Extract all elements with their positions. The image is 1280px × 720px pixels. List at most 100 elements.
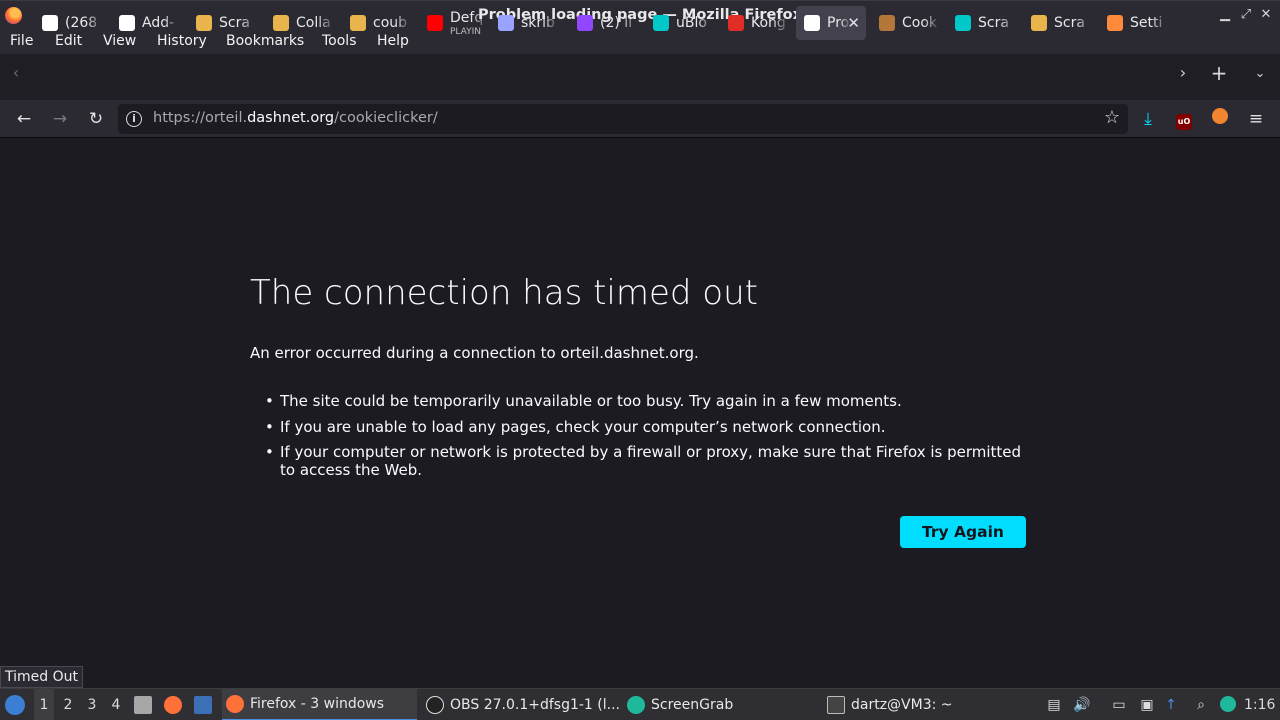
gear-icon (955, 15, 971, 31)
back-button[interactable]: ← (12, 107, 36, 131)
list-item: If you are unable to load any pages, che… (265, 418, 1040, 436)
ublock-icon[interactable]: uO (1172, 107, 1196, 131)
scroll-tabs-left-button[interactable]: ‹ (4, 63, 28, 82)
site-info-icon[interactable]: i (126, 111, 142, 127)
taskbar-label: ScreenGrab (651, 697, 734, 713)
tab-13[interactable]: Scra (1023, 6, 1093, 40)
tab-5[interactable]: Defq PLAYIN (419, 6, 489, 40)
network-icon[interactable]: ⌕ (1192, 696, 1210, 714)
tab-6[interactable]: skrib (490, 6, 560, 40)
hamburger-menu-icon[interactable]: ≡ (1244, 107, 1268, 131)
workspace-4[interactable]: 4 (106, 697, 126, 713)
firefox-launcher-icon[interactable] (164, 689, 188, 720)
twitch-icon (577, 15, 593, 31)
workspace-1[interactable]: 1 (34, 689, 54, 720)
tab-8[interactable]: uBlo (645, 6, 715, 40)
bookmark-star-icon[interactable]: ☆ (1104, 107, 1120, 128)
clock: 1:16 (1244, 697, 1276, 713)
kongregate-icon (728, 15, 744, 31)
tab-9[interactable]: Kong (720, 6, 790, 40)
gear-icon (653, 15, 669, 31)
terminal-icon (827, 696, 845, 714)
close-tab-icon[interactable]: ✕ (847, 14, 860, 32)
taskbar: 1 2 3 4 Firefox - 3 windows OBS 27.0.1+d… (0, 688, 1280, 720)
taskbar-obs[interactable]: OBS 27.0.1+dfsg1-1 (l... (426, 689, 620, 720)
maximize-button[interactable]: ⤢ (1237, 6, 1255, 24)
minimize-button[interactable]: ▁ (1216, 6, 1234, 24)
menu-file[interactable]: File (10, 33, 33, 49)
tab-label: Scra (219, 15, 250, 31)
volume-icon[interactable]: 🔊 (1073, 696, 1091, 714)
cookie-icon (196, 15, 212, 31)
tab-0[interactable]: (268 (34, 6, 104, 40)
forward-button[interactable]: → (48, 107, 72, 131)
error-suggestions: The site could be temporarily unavailabl… (265, 392, 1040, 487)
clipboard-icon[interactable]: ▤ (1045, 696, 1063, 714)
pencil-icon (498, 15, 514, 31)
error-page: The connection has timed out An error oc… (0, 139, 1280, 687)
tab-sublabel: PLAYIN (450, 27, 481, 37)
downloads-icon[interactable]: ⤓ (1136, 107, 1160, 131)
cookie-icon (350, 15, 366, 31)
tab-label: uBlo (676, 15, 707, 31)
taskbar-label: dartz@VM3: ~ (851, 697, 953, 713)
tab-label: Defq (450, 10, 484, 26)
display-icon[interactable]: ▣ (1138, 696, 1156, 714)
list-item: The site could be temporarily unavailabl… (265, 392, 1040, 410)
desktop-icon[interactable] (194, 689, 218, 720)
tab-3[interactable]: Colla (265, 6, 335, 40)
tab-2[interactable]: Scra (188, 6, 258, 40)
taskbar-label: OBS 27.0.1+dfsg1-1 (l... (450, 697, 620, 713)
try-again-button[interactable]: Try Again (900, 516, 1026, 548)
tab-label: Colla (296, 15, 331, 31)
new-tab-button[interactable]: + (1207, 61, 1231, 85)
taskbar-firefox[interactable]: Firefox - 3 windows (222, 689, 417, 720)
tab-label: Setti (1130, 15, 1163, 31)
status-tooltip: Timed Out (0, 666, 83, 688)
extension-icon[interactable] (1208, 107, 1232, 131)
info-icon (804, 15, 820, 31)
youtube-icon (427, 15, 443, 31)
list-item: If your computer or network is protected… (265, 443, 1040, 479)
tab-11[interactable]: Cook (871, 6, 941, 40)
close-window-button[interactable]: ✕ (1257, 6, 1275, 24)
tab-label: Add- (142, 15, 175, 31)
url-bar[interactable]: i https://orteil.dashnet.org/cookieclick… (118, 104, 1128, 134)
workspace-3[interactable]: 3 (82, 697, 102, 713)
settings-icon (1107, 15, 1123, 31)
tab-10[interactable]: Pro ✕ (796, 6, 866, 40)
tab-label: coub (373, 15, 408, 31)
firefox-icon (226, 695, 244, 713)
tab-label: Cook (902, 15, 938, 31)
taskbar-screengrab[interactable]: ScreenGrab (627, 689, 733, 720)
scroll-tabs-right-button[interactable]: › (1171, 63, 1195, 82)
taskbar-terminal[interactable]: dartz@VM3: ~ (827, 689, 953, 720)
update-icon[interactable]: ↑ (1162, 696, 1180, 714)
error-description: An error occurred during a connection to… (250, 344, 699, 362)
tab-label: skrib (521, 15, 555, 31)
tab-14[interactable]: Setti (1099, 6, 1169, 40)
obs-icon (426, 696, 444, 714)
notes-icon[interactable]: ▭ (1110, 696, 1128, 714)
app-menu-icon[interactable] (5, 689, 31, 720)
list-all-tabs-button[interactable]: ⌄ (1248, 66, 1272, 81)
reload-button[interactable]: ↻ (84, 107, 108, 131)
tab-1[interactable]: Add- (111, 6, 181, 40)
url-text[interactable]: https://orteil.dashnet.org/cookieclicker… (153, 110, 438, 126)
tab-4[interactable]: coub (342, 6, 412, 40)
tab-label: Scra (1054, 15, 1085, 31)
github-icon (42, 15, 58, 31)
cookie-icon (1031, 15, 1047, 31)
cookie-face-icon (879, 15, 895, 31)
workspace-2[interactable]: 2 (58, 697, 78, 713)
cookie-icon (273, 15, 289, 31)
puzzle-icon (119, 15, 135, 31)
tab-12[interactable]: Scra (947, 6, 1017, 40)
tab-label: Scra (978, 15, 1009, 31)
tab-label: Kong (751, 15, 786, 31)
screengrab-tray-icon[interactable] (1219, 696, 1237, 714)
navigation-bar: ← → ↻ i https://orteil.dashnet.org/cooki… (0, 100, 1280, 138)
screengrab-icon (627, 696, 645, 714)
file-manager-icon[interactable] (134, 689, 158, 720)
tab-7[interactable]: (2) lI (569, 6, 639, 40)
